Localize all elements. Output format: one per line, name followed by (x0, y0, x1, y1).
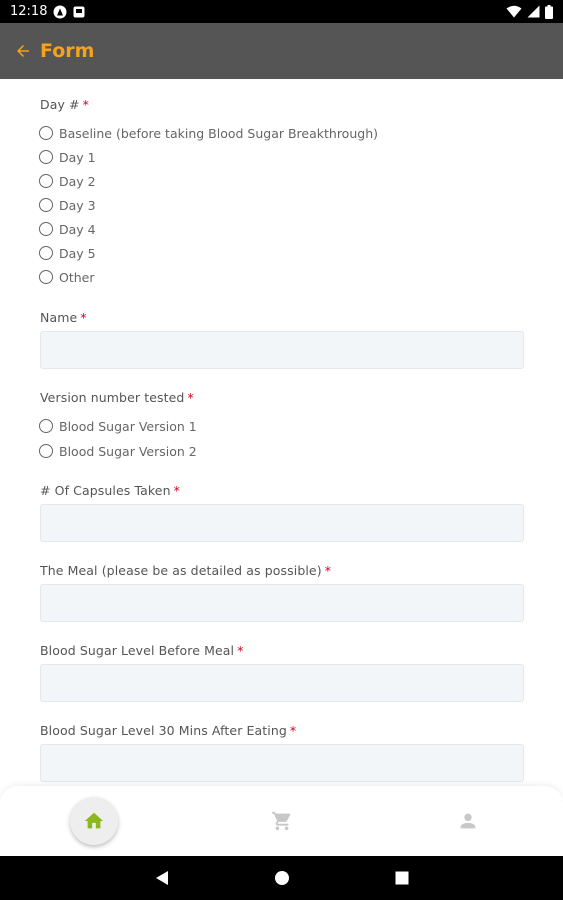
radio-button[interactable] (39, 270, 53, 284)
status-bar: 12:18 (0, 0, 563, 23)
after-eating-input[interactable] (40, 744, 524, 782)
nav-home[interactable] (68, 786, 120, 856)
wifi-icon (506, 5, 522, 18)
required-marker: * (237, 643, 244, 658)
status-left: 12:18 (10, 4, 85, 19)
version-label: Version number tested * (40, 390, 194, 405)
radio-button[interactable] (39, 246, 53, 260)
name-input[interactable] (40, 331, 524, 369)
home-icon (84, 812, 104, 829)
status-right (506, 4, 553, 19)
system-back-button[interactable] (142, 856, 182, 900)
radio-button[interactable] (39, 174, 53, 188)
day-option-4[interactable]: Day 4 (39, 220, 96, 238)
notification-square-icon (73, 6, 85, 18)
version-option-1[interactable]: Blood Sugar Version 1 (39, 417, 197, 435)
person-icon (460, 813, 476, 829)
home-button[interactable] (70, 797, 118, 845)
triangle-back-icon (156, 871, 168, 885)
day-option-1[interactable]: Day 1 (39, 148, 96, 166)
square-recents-icon (395, 871, 409, 885)
system-recents-button[interactable] (382, 856, 422, 900)
nav-profile[interactable] (448, 786, 488, 856)
bottom-nav (0, 786, 563, 856)
signal-icon (527, 5, 540, 18)
back-button[interactable] (12, 40, 34, 62)
page-title: Form (40, 40, 95, 62)
capsules-input[interactable] (40, 504, 524, 542)
version-option-2[interactable]: Blood Sugar Version 2 (39, 442, 197, 460)
notification-a-icon (53, 5, 67, 19)
day-option-other[interactable]: Other (39, 268, 95, 286)
meal-label: The Meal (please be as detailed as possi… (40, 563, 332, 578)
required-marker: * (173, 483, 180, 498)
before-meal-input[interactable] (40, 664, 524, 702)
after-eating-label: Blood Sugar Level 30 Mins After Eating * (40, 723, 297, 738)
nav-cart[interactable] (262, 786, 302, 856)
radio-button[interactable] (39, 419, 53, 433)
system-home-button[interactable] (262, 856, 302, 900)
app-bar: Form (0, 23, 563, 79)
required-marker: * (324, 563, 332, 578)
cart-icon (271, 811, 291, 831)
name-label: Name * (40, 310, 87, 325)
required-marker: * (82, 97, 89, 112)
before-meal-label: Blood Sugar Level Before Meal * (40, 643, 244, 658)
battery-icon (545, 4, 553, 19)
system-nav-bar (0, 856, 563, 900)
radio-button[interactable] (39, 222, 53, 236)
meal-input[interactable] (40, 584, 524, 622)
required-marker: * (187, 390, 194, 405)
radio-button[interactable] (39, 150, 53, 164)
day-option-2[interactable]: Day 2 (39, 172, 96, 190)
day-option-5[interactable]: Day 5 (39, 244, 96, 262)
required-marker: * (289, 723, 297, 738)
arrow-back-icon (17, 45, 29, 57)
capsules-label: # Of Capsules Taken * (40, 483, 180, 498)
status-time: 12:18 (10, 4, 48, 19)
radio-button[interactable] (39, 444, 53, 458)
radio-button[interactable] (39, 126, 53, 140)
day-option-baseline[interactable]: Baseline (before taking Blood Sugar Brea… (39, 124, 378, 142)
circle-home-icon (275, 871, 289, 885)
day-label: Day # * (40, 97, 89, 112)
radio-button[interactable] (39, 198, 53, 212)
required-marker: * (80, 310, 87, 325)
form-content: Day # * Baseline (before taking Blood Sug… (0, 79, 563, 790)
day-option-3[interactable]: Day 3 (39, 196, 96, 214)
